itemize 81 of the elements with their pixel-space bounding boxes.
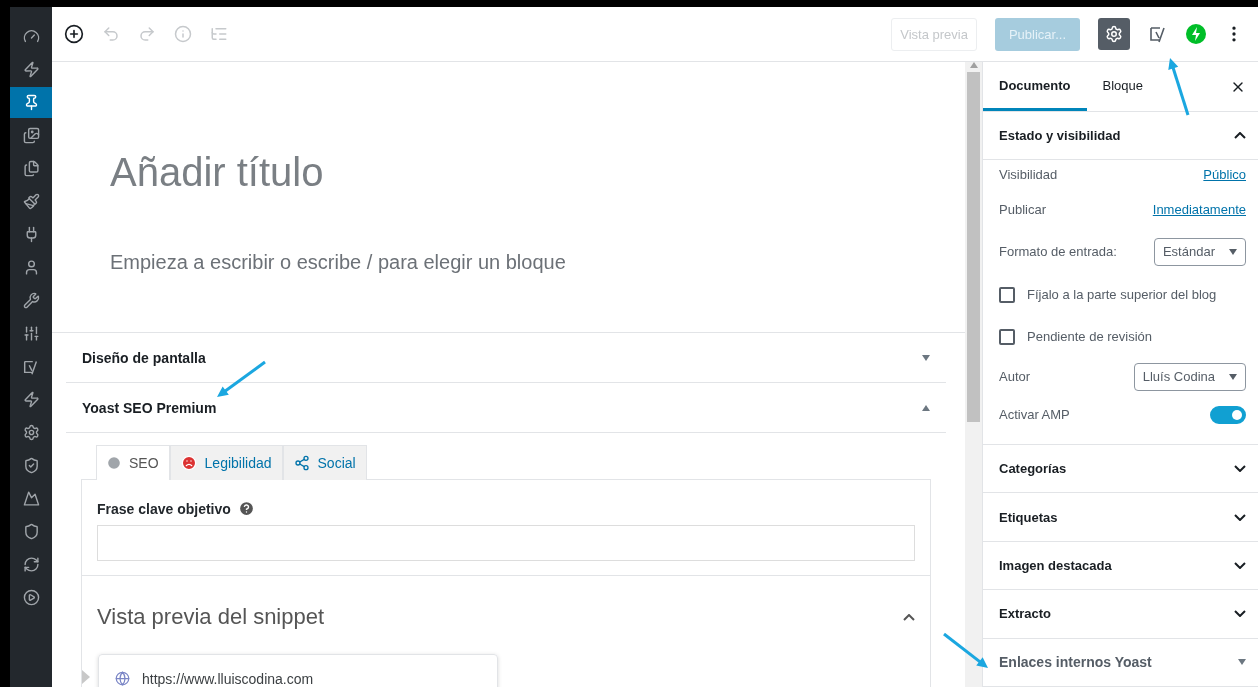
panel-header[interactable]: Imagen destacada (983, 541, 1258, 591)
admin-menu-item[interactable] (10, 87, 52, 118)
bolt-icon (22, 391, 40, 408)
pointer-icon (82, 670, 90, 684)
keyphrase-field[interactable] (97, 525, 915, 561)
mountain-icon (22, 490, 40, 507)
title-placeholder[interactable]: Añadir título (52, 62, 965, 195)
snippet-url: https://www.lluiscodina.com (142, 671, 314, 687)
panel-title: Enlaces internos Yoast (999, 654, 1152, 671)
panel-header[interactable]: Etiquetas (983, 493, 1258, 542)
gear-icon (22, 424, 40, 441)
expand-icon (1238, 659, 1246, 666)
wrench-icon (22, 292, 40, 309)
panel-title: Estado y visibilidad (999, 128, 1121, 144)
panel-title: Extracto (999, 606, 1052, 622)
dropdown-arrow-icon (1229, 373, 1237, 380)
expand-icon (922, 354, 930, 361)
expand-icon (1234, 465, 1246, 473)
metabox-title: Yoast SEO Premium (82, 399, 217, 416)
annotation-arrow (1168, 58, 1190, 116)
select-field[interactable]: Lluís Codina (1133, 362, 1246, 391)
paintbrush-icon (22, 193, 40, 210)
shield-icon (22, 523, 40, 540)
panel-header[interactable]: Categorías (983, 444, 1258, 494)
y-logo-icon[interactable] (1148, 24, 1168, 44)
checkbox[interactable] (999, 286, 1015, 303)
expand-icon (1234, 561, 1246, 569)
pages-icon (22, 160, 40, 177)
field-label: Formato de entrada: (999, 244, 1117, 260)
expand-icon (1234, 513, 1246, 521)
panel-header[interactable]: Estado y visibilidad (983, 112, 1258, 160)
play-icon (22, 589, 40, 606)
checkbox-label: Pendiente de revisión (1027, 329, 1153, 345)
panel-title: Categorías (999, 461, 1067, 477)
dashboard-icon (22, 28, 40, 45)
annotation-arrow (943, 632, 988, 668)
bolt-icon (22, 61, 40, 78)
metabox-title: Diseño de pantalla (82, 349, 206, 366)
scroll-up-icon (969, 62, 978, 68)
expand-icon (1234, 610, 1246, 618)
panel-title: Imagen destacada (999, 557, 1112, 573)
toggle-switch[interactable] (1210, 405, 1246, 424)
yoast-tab[interactable]: Social (282, 445, 367, 480)
sliders-icon (22, 325, 40, 342)
field-label: Activar AMP (999, 407, 1070, 423)
dropdown-arrow-icon (1229, 248, 1237, 255)
keyphrase-label: Frase clave objetivo (97, 500, 231, 517)
checkbox[interactable] (999, 328, 1015, 345)
images-icon (22, 127, 40, 144)
field-label: Publicar (999, 202, 1046, 218)
sidebar-tab[interactable]: Bloque (1086, 62, 1159, 112)
scrollbar[interactable] (965, 62, 982, 687)
shield-check-icon (22, 457, 40, 474)
yoast-tab[interactable]: SEO (96, 445, 170, 480)
value-link[interactable]: Público (1203, 167, 1246, 183)
collapse-icon[interactable] (903, 613, 915, 621)
metabox-header[interactable]: Yoast SEO Premium (66, 383, 946, 433)
yoast-tab[interactable]: Legibilidad (169, 445, 283, 480)
field-label: Autor (999, 369, 1031, 385)
add-block-icon[interactable] (64, 24, 84, 44)
help-icon[interactable] (237, 500, 255, 517)
globe-icon (115, 671, 130, 686)
checkbox-label: Fíjalo a la parte superior del blog (1027, 287, 1217, 303)
select-field[interactable]: Estándar (1153, 237, 1246, 266)
metabox-header[interactable]: Diseño de pantalla (66, 333, 946, 383)
gear-icon (1105, 25, 1123, 43)
value-link[interactable]: Inmediatamente (1152, 202, 1246, 218)
collapse-icon (922, 404, 930, 411)
settings-button[interactable] (1098, 18, 1130, 50)
panel-header[interactable]: Enlaces internos Yoast (983, 638, 1258, 687)
sad-face-icon (180, 455, 197, 471)
collapse-icon (1234, 132, 1246, 140)
status-dot-icon (107, 456, 121, 470)
field-label: Visibilidad (999, 167, 1058, 183)
share-icon (293, 455, 310, 471)
annotation-arrow (217, 360, 266, 397)
panel-header[interactable]: Extracto (983, 590, 1258, 639)
panel-title: Etiquetas (999, 509, 1058, 525)
sidebar-tab[interactable]: Documento (983, 62, 1087, 112)
snippet-title: Vista previa del snippet (97, 604, 325, 630)
refresh-icon (22, 556, 40, 573)
